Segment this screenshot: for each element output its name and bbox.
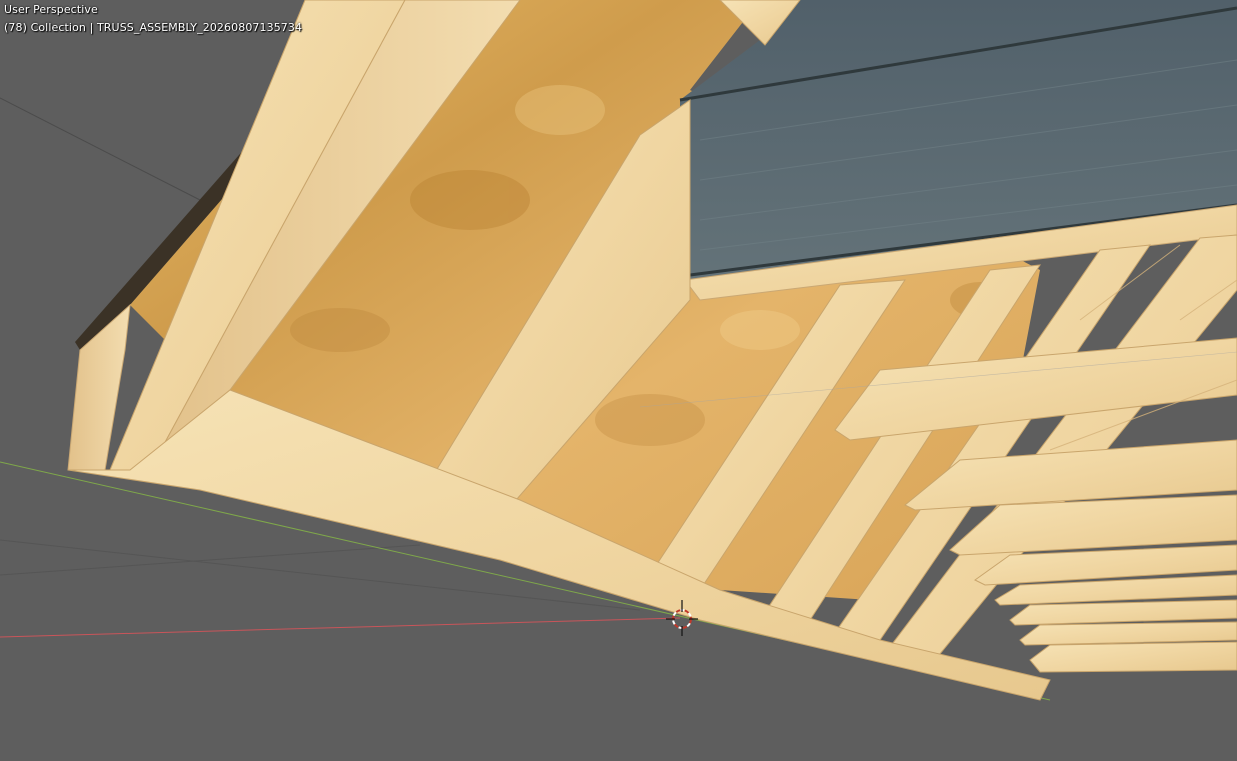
viewport-collection-info: (78) Collection | TRUSS_ASSEMBLY_2026080… (4, 21, 303, 34)
joist-7 (1019, 621, 1237, 646)
joist-8 (1029, 641, 1237, 673)
joist-6 (1009, 599, 1237, 626)
3d-viewport[interactable]: User Perspective (78) Collection | TRUSS… (0, 0, 1237, 761)
scene-render[interactable] (0, 0, 1237, 761)
viewport-view-name: User Perspective (4, 3, 98, 16)
x-axis-line (0, 617, 681, 638)
